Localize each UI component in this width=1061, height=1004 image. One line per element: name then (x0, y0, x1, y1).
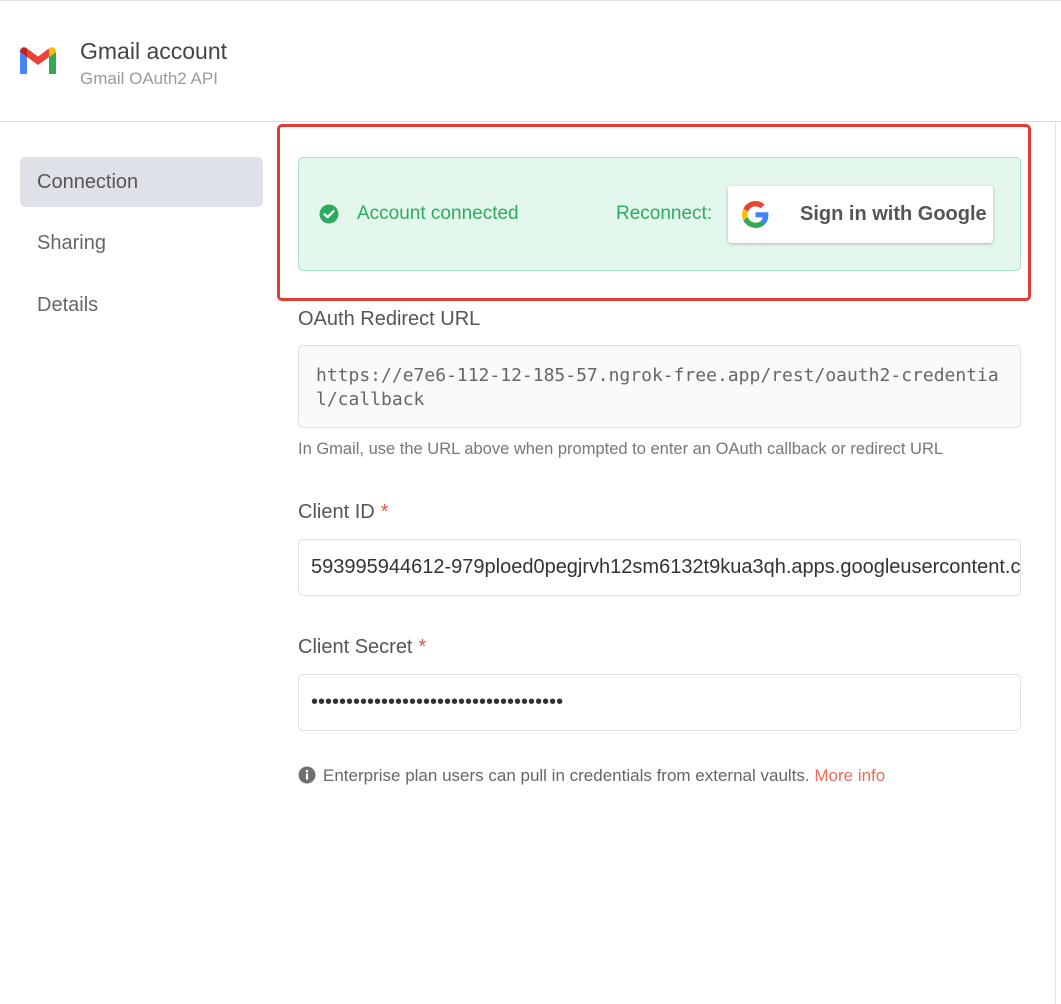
account-connected-status: Account connected (357, 203, 519, 224)
oauth-redirect-url-hint: In Gmail, use the URL above when prompte… (298, 440, 944, 458)
enterprise-info-text: Enterprise plan users can pull in creden… (323, 766, 810, 785)
client-id-label: Client ID * (298, 501, 389, 524)
check-circle-icon (319, 204, 339, 224)
sidebar-item-connection[interactable]: Connection (20, 157, 263, 207)
client-id-input[interactable] (298, 539, 1021, 596)
sidebar-item-label: Sharing (37, 232, 106, 254)
credential-title: Gmail account (80, 38, 228, 64)
google-button-label: Sign in with Google (800, 203, 987, 225)
connection-status-banner: Account connected Reconnect: Sign in wit… (298, 157, 1021, 271)
oauth-redirect-url-label: OAuth Redirect URL (298, 308, 481, 330)
client-id-label-text: Client ID (298, 501, 375, 523)
sign-in-with-google-button[interactable]: Sign in with Google (728, 186, 993, 243)
right-divider (1055, 122, 1056, 1004)
sidebar-item-details[interactable]: Details (20, 280, 263, 330)
google-g-icon (742, 201, 769, 228)
reconnect-label: Reconnect: (616, 203, 713, 224)
enterprise-info-note: Enterprise plan users can pull in creden… (298, 766, 885, 786)
gmail-logo-icon (20, 47, 56, 74)
sidebar-item-label: Details (37, 294, 99, 316)
client-secret-label-text: Client Secret (298, 636, 413, 658)
sidebar-item-sharing[interactable]: Sharing (20, 218, 263, 268)
more-info-link[interactable]: More info (814, 766, 885, 785)
client-secret-input[interactable] (298, 674, 1021, 731)
credential-header: Gmail account Gmail OAuth2 API (0, 0, 1061, 122)
credential-type-subtitle: Gmail OAuth2 API (80, 69, 218, 88)
required-asterisk: * (418, 636, 427, 658)
client-secret-label: Client Secret * (298, 636, 426, 659)
required-asterisk: * (380, 501, 389, 523)
oauth-redirect-url-field[interactable]: https://e7e6-112-12-185-57.ngrok-free.ap… (298, 345, 1021, 428)
sidebar-item-label: Connection (37, 171, 139, 193)
info-icon (298, 766, 316, 784)
